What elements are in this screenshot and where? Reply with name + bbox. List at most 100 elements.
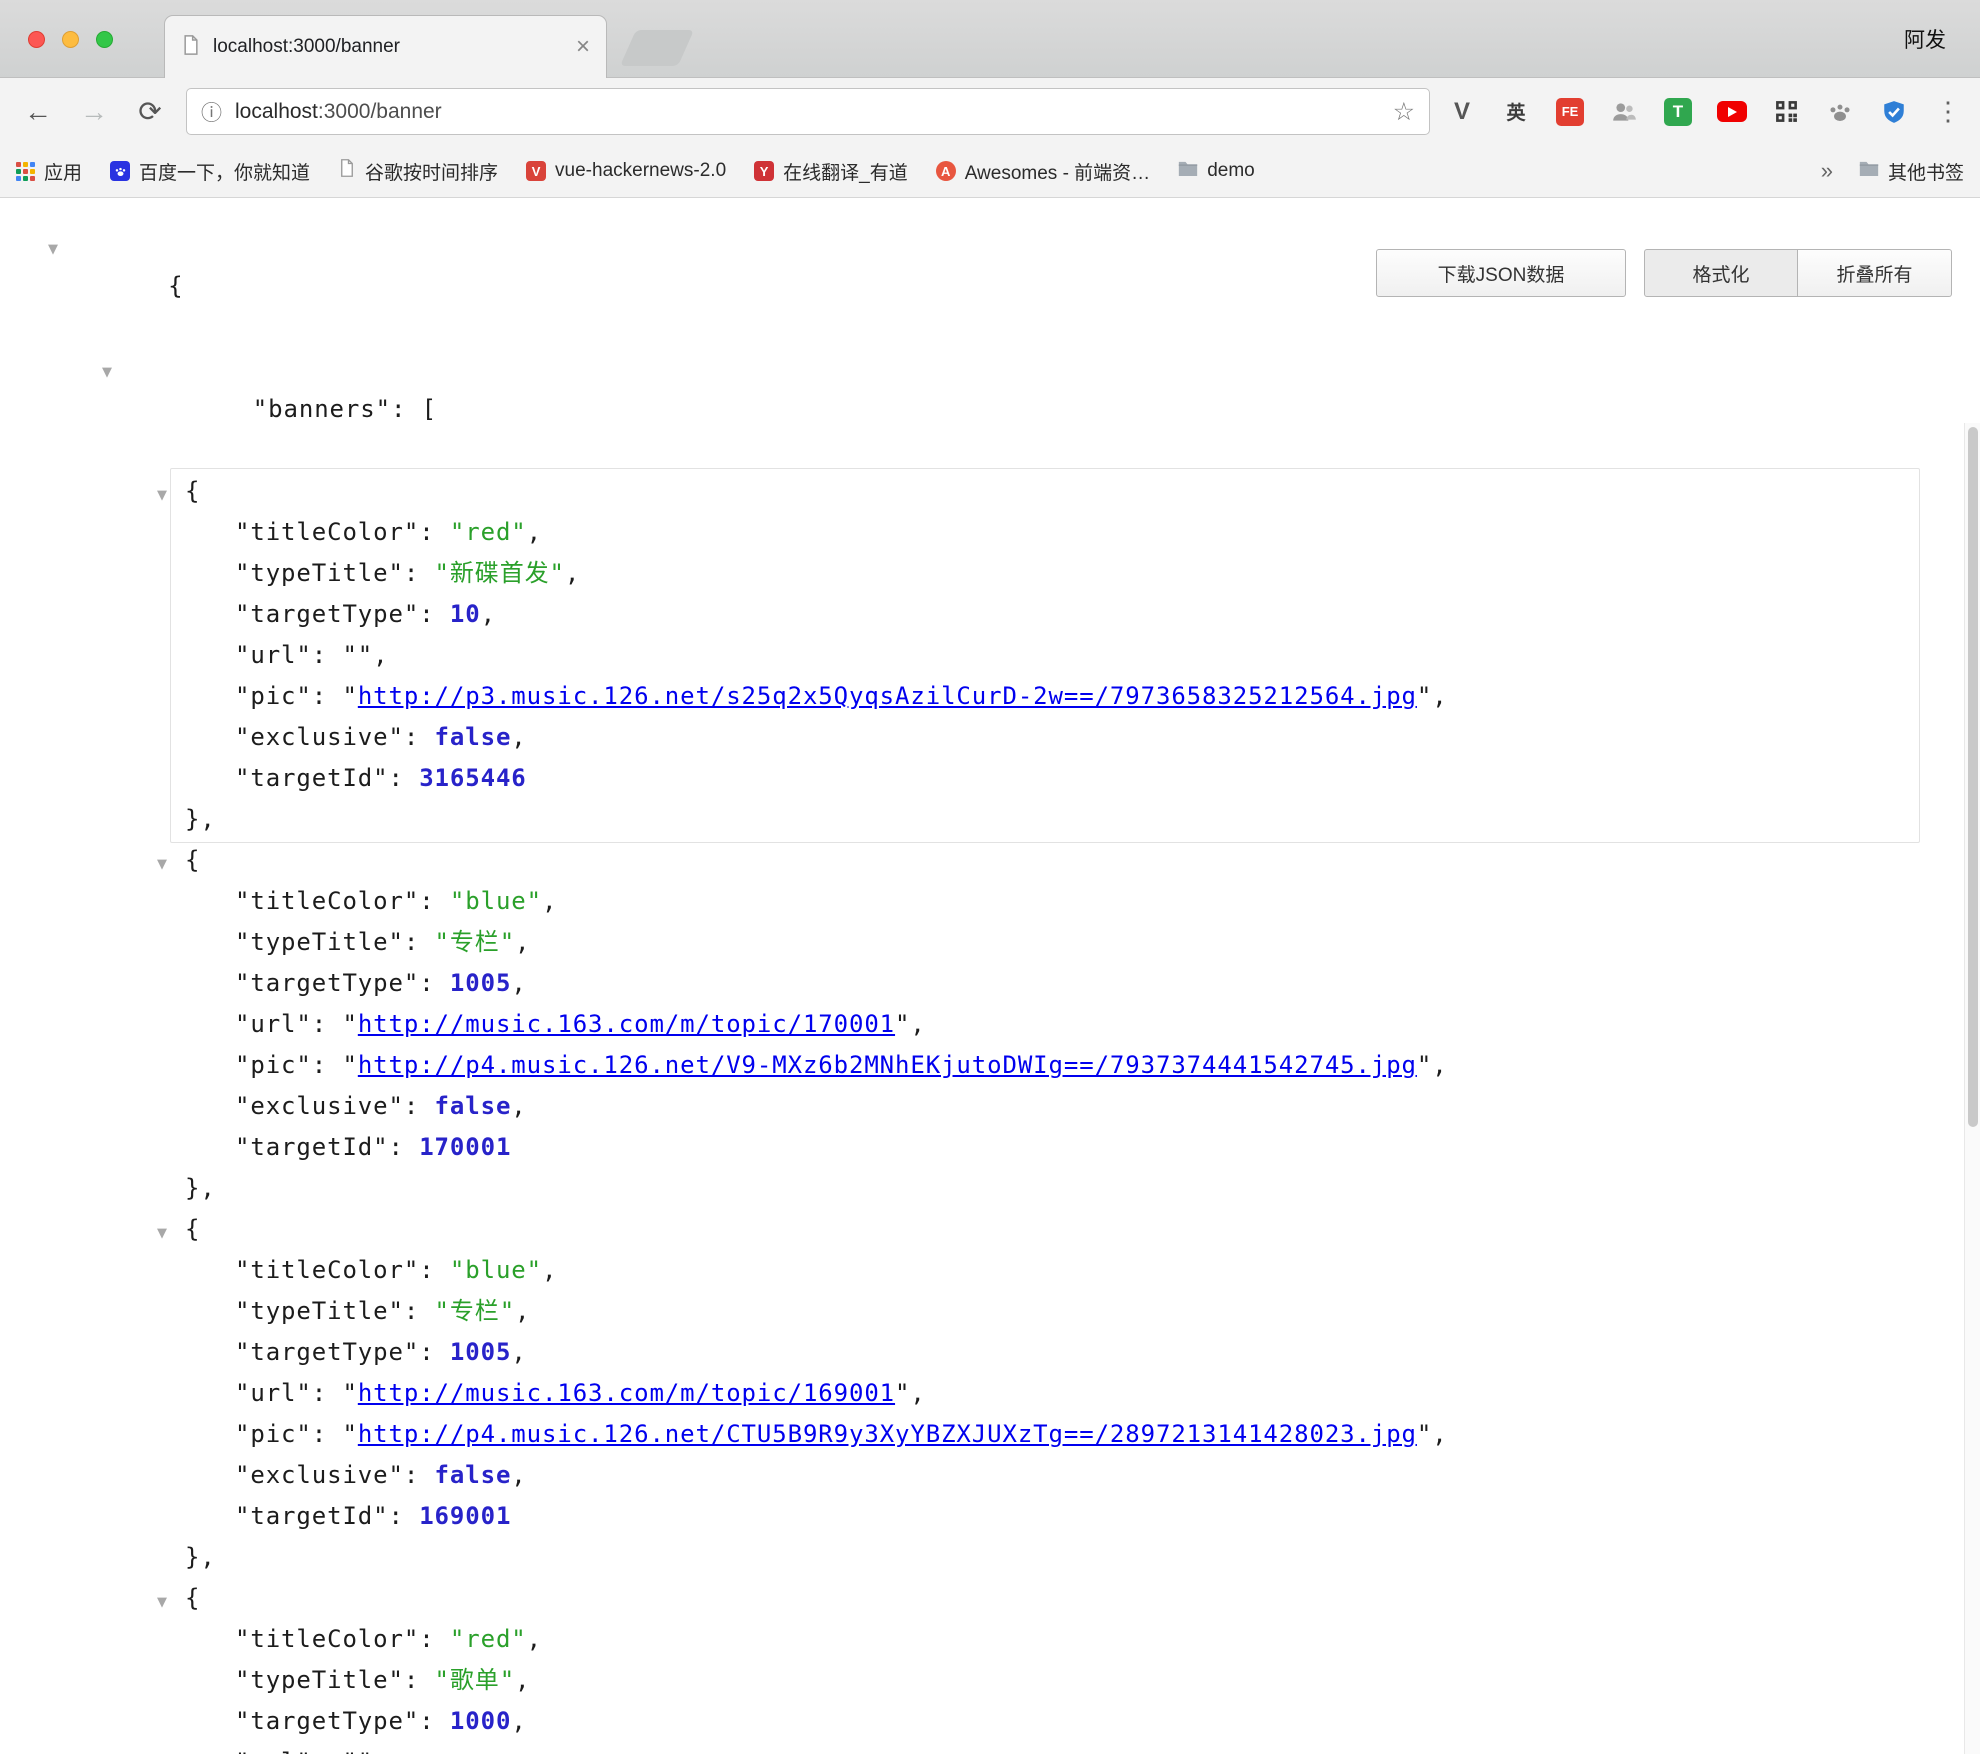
json-object: {"titleColor": "red","typeTitle": "新碟首发"… bbox=[170, 468, 1920, 843]
url-text: localhost:3000/banner bbox=[235, 100, 442, 124]
json-url-link[interactable]: http://music.163.com/m/topic/169001 bbox=[358, 1379, 895, 1407]
json-property: "url": "http://music.163.com/m/topic/169… bbox=[235, 1373, 1950, 1414]
bookmark-baidu[interactable]: 百度一下，你就知道 bbox=[110, 158, 310, 185]
json-url-link[interactable]: http://p3.music.126.net/s25q2x5QyqsAzilC… bbox=[358, 682, 1417, 710]
json-property: "targetId": 3165446 bbox=[235, 758, 1919, 799]
json-property: "url": "http://music.163.com/m/topic/170… bbox=[235, 1004, 1950, 1045]
json-viewer: { "banners": [ {"titleColor": "red","typ… bbox=[0, 225, 1980, 1754]
close-window-button[interactable] bbox=[28, 31, 45, 48]
vertical-scrollbar[interactable] bbox=[1964, 423, 1980, 1754]
apps-grid-icon bbox=[16, 162, 35, 181]
json-property: "pic": "http://p4.music.126.net/V9-MXz6b… bbox=[235, 1045, 1950, 1086]
accounts-extension-icon[interactable] bbox=[1608, 96, 1640, 128]
json-object: {"titleColor": "blue","typeTitle": "专栏",… bbox=[185, 1209, 1950, 1578]
json-property: "targetId": 169001 bbox=[235, 1496, 1950, 1537]
forward-button[interactable]: → bbox=[72, 90, 116, 134]
minimize-window-button[interactable] bbox=[62, 31, 79, 48]
bookmark-label: 应用 bbox=[44, 158, 82, 185]
bookmark-label: 在线翻译_有道 bbox=[783, 158, 908, 185]
expander-icon[interactable] bbox=[43, 225, 63, 270]
tab-close-icon[interactable]: × bbox=[576, 35, 590, 59]
page-content: 下载JSON数据 格式化 折叠所有 { "banners": [ {"title… bbox=[0, 225, 1980, 1754]
address-bar[interactable]: ⓘ localhost:3000/banner ☆ bbox=[186, 88, 1430, 135]
json-property: "pic": "http://p3.music.126.net/s25q2x5Q… bbox=[235, 676, 1919, 717]
json-url-link[interactable]: http://music.163.com/m/topic/170001 bbox=[358, 1010, 895, 1038]
qrcode-extension-icon[interactable] bbox=[1770, 96, 1802, 128]
bookmark-label: Awesomes - 前端资… bbox=[965, 158, 1150, 185]
expander-icon[interactable] bbox=[97, 348, 117, 393]
json-key: "banners" bbox=[253, 395, 391, 423]
json-url-link[interactable]: http://p4.music.126.net/CTU5B9R9y3XyYBZX… bbox=[358, 1420, 1417, 1448]
reload-button[interactable]: ⟳ bbox=[128, 90, 172, 134]
expander-icon[interactable] bbox=[152, 840, 172, 885]
browser-tab[interactable]: localhost:3000/banner × bbox=[164, 15, 607, 78]
vimium-extension-icon[interactable]: V bbox=[1446, 96, 1478, 128]
json-property: "exclusive": false, bbox=[235, 1086, 1950, 1127]
json-property: "targetType": 10, bbox=[235, 594, 1919, 635]
json-banners-line: "banners": [ bbox=[130, 348, 1950, 471]
json-object-open: { bbox=[185, 840, 1950, 881]
json-property: "titleColor": "red", bbox=[235, 1619, 1950, 1660]
traffic-lights bbox=[28, 31, 113, 48]
json-property: "pic": "http://p4.music.126.net/CTU5B9R9… bbox=[235, 1414, 1950, 1455]
scrollbar-thumb[interactable] bbox=[1968, 427, 1978, 1127]
bookmark-other-bookmarks[interactable]: 其他书签 bbox=[1859, 158, 1964, 185]
bookmark-label: demo bbox=[1207, 160, 1255, 182]
page-favicon-icon bbox=[181, 34, 201, 61]
bookmark-awesomes[interactable]: A Awesomes - 前端资… bbox=[936, 158, 1150, 185]
bookmarks-overflow-chevron[interactable]: » bbox=[1821, 158, 1833, 184]
translate-extension-icon[interactable]: 英 bbox=[1500, 96, 1532, 128]
extensions-row: V 英 FE T ⋮ bbox=[1446, 96, 1964, 128]
bookmark-star-icon[interactable]: ☆ bbox=[1393, 97, 1415, 127]
bookmark-youdao[interactable]: Y 在线翻译_有道 bbox=[754, 158, 908, 185]
shield-check-extension-icon[interactable] bbox=[1878, 96, 1910, 128]
bookmark-label: 其他书签 bbox=[1888, 158, 1964, 185]
bookmark-google-sort[interactable]: 谷歌按时间排序 bbox=[338, 158, 498, 185]
json-property: "url": "", bbox=[235, 1742, 1950, 1754]
bookmark-label: 谷歌按时间排序 bbox=[365, 158, 498, 185]
bookmarks-bar: 应用 百度一下，你就知道 谷歌按时间排序 V vue-hackernews-2.… bbox=[0, 145, 1980, 198]
new-tab-button[interactable] bbox=[620, 30, 694, 66]
expander-icon[interactable] bbox=[152, 471, 172, 516]
json-url-link[interactable]: http://p4.music.126.net/V9-MXz6b2MNhEKju… bbox=[358, 1051, 1417, 1079]
window-titlebar: localhost:3000/banner × 阿发 bbox=[0, 0, 1980, 78]
shield-t-extension-icon[interactable]: T bbox=[1662, 96, 1694, 128]
json-object-open: { bbox=[185, 1209, 1950, 1250]
json-object-open: { bbox=[185, 471, 1919, 512]
page-info-icon[interactable]: ⓘ bbox=[201, 97, 222, 127]
json-property: "typeTitle": "专栏", bbox=[235, 1291, 1950, 1332]
json-property: "targetType": 1000, bbox=[235, 1701, 1950, 1742]
json-property: "titleColor": "blue", bbox=[235, 1250, 1950, 1291]
awesomes-icon: A bbox=[936, 161, 956, 181]
json-property: "url": "", bbox=[235, 635, 1919, 676]
json-property: "targetId": 170001 bbox=[235, 1127, 1950, 1168]
json-property: "typeTitle": "新碟首发", bbox=[235, 553, 1919, 594]
tab-title: localhost:3000/banner bbox=[213, 36, 564, 58]
fehelper-extension-icon[interactable]: FE bbox=[1554, 96, 1586, 128]
fullscreen-window-button[interactable] bbox=[96, 31, 113, 48]
folder-icon bbox=[1859, 160, 1879, 183]
url-host: localhost bbox=[235, 100, 318, 123]
bookmark-apps[interactable]: 应用 bbox=[16, 158, 82, 185]
vue-icon: V bbox=[526, 161, 546, 181]
bookmark-label: vue-hackernews-2.0 bbox=[555, 160, 726, 182]
json-property: "exclusive": false, bbox=[235, 717, 1919, 758]
expander-icon[interactable] bbox=[152, 1578, 172, 1623]
expander-icon[interactable] bbox=[152, 1209, 172, 1254]
json-object: {"titleColor": "blue","typeTitle": "专栏",… bbox=[185, 840, 1950, 1209]
back-button[interactable]: ← bbox=[16, 90, 60, 134]
profile-name: 阿发 bbox=[1904, 24, 1946, 54]
folder-icon bbox=[1178, 160, 1198, 183]
json-property: "targetType": 1005, bbox=[235, 963, 1950, 1004]
browser-menu-icon[interactable]: ⋮ bbox=[1932, 96, 1964, 128]
json-object: {"titleColor": "red","typeTitle": "歌单","… bbox=[185, 1578, 1950, 1754]
json-object-open: { bbox=[185, 1578, 1950, 1619]
bookmark-label: 百度一下，你就知道 bbox=[139, 158, 310, 185]
json-object-close: }, bbox=[185, 1537, 1950, 1578]
bookmark-demo-folder[interactable]: demo bbox=[1178, 160, 1255, 183]
paw-extension-icon[interactable] bbox=[1824, 96, 1856, 128]
json-property: "titleColor": "blue", bbox=[235, 881, 1950, 922]
youtube-extension-icon[interactable] bbox=[1716, 96, 1748, 128]
baidu-paw-icon bbox=[110, 161, 130, 181]
bookmark-vue-hackernews[interactable]: V vue-hackernews-2.0 bbox=[526, 160, 726, 182]
